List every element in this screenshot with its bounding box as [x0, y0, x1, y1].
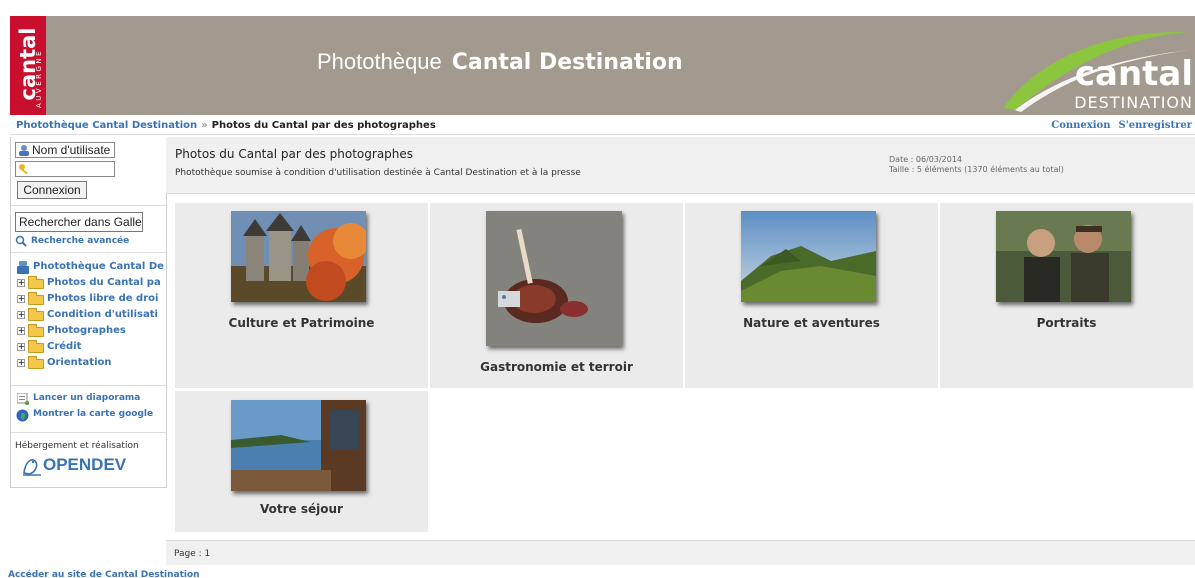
username-value: Nom d'utilisate: [32, 143, 111, 157]
album-label[interactable]: Votre séjour: [175, 502, 428, 516]
album-thumbnail[interactable]: [231, 211, 369, 302]
sidebar-tree-item[interactable]: + Photos libre de droi: [15, 291, 167, 307]
breadcrumb-root-link[interactable]: Photothèque Cantal Destination: [16, 120, 197, 131]
album-label[interactable]: Gastronomie et terroir: [430, 360, 683, 374]
sidebar-tree-item[interactable]: + Crédit: [15, 339, 167, 355]
divider: [11, 252, 166, 253]
svg-text:AUVERGNE: AUVERGNE: [35, 49, 43, 108]
opendev-bird-icon: [23, 458, 41, 476]
title-strong: Cantal Destination: [451, 50, 683, 75]
album-info-bar: Photos du Cantal par des photographes Ph…: [166, 137, 1195, 194]
album-votre-sejour[interactable]: Votre séjour: [175, 391, 428, 532]
album-nature-aventures[interactable]: Nature et aventures: [685, 203, 938, 388]
login-button[interactable]: Connexion: [17, 181, 87, 199]
album-label[interactable]: Nature et aventures: [685, 316, 938, 330]
password-field[interactable]: [15, 161, 115, 177]
album-thumbnail[interactable]: [231, 400, 366, 491]
brand-tile-sub-text: AUVERGNE: [35, 49, 43, 108]
expand-icon[interactable]: +: [17, 359, 25, 367]
username-field[interactable]: Nom d'utilisate: [15, 142, 115, 158]
sidebar-tree-item-label: Photographes: [47, 325, 126, 336]
slideshow-link[interactable]: Lancer un diaporama: [15, 393, 141, 405]
album-size: Taille : 5 éléments (1370 éléments au to…: [889, 165, 1064, 174]
folder-icon: [28, 276, 44, 289]
folder-icon: [28, 340, 44, 353]
google-map-label: Montrer la carte google: [33, 409, 154, 419]
album-label[interactable]: Portraits: [940, 316, 1193, 330]
expand-icon[interactable]: +: [17, 279, 25, 287]
logo-word: cantal: [1074, 54, 1193, 94]
gallery-root-icon: [17, 261, 29, 274]
sidebar: Nom d'utilisate Connexion Rechercher dan…: [10, 137, 167, 488]
sidebar-tree-item-label: Condition d'utilisati: [47, 309, 158, 320]
page-title: Photothèque Cantal Destination: [317, 49, 683, 75]
folder-icon: [28, 356, 44, 369]
sidebar-tree-item-label: Crédit: [47, 341, 82, 352]
globe-icon: [16, 409, 29, 422]
sidebar-tree-item-label: Photos libre de droi: [47, 293, 159, 304]
album-thumbnail[interactable]: [486, 211, 622, 346]
sidebar-tree-item[interactable]: + Photographes: [15, 323, 167, 339]
search-input[interactable]: Rechercher dans Galle: [15, 212, 143, 232]
sidebar-tree-item[interactable]: + Photos du Cantal pa: [15, 275, 167, 291]
breadcrumb-current: Photos du Cantal par des photographes: [211, 120, 436, 131]
expand-icon[interactable]: +: [17, 295, 25, 303]
advanced-search-link[interactable]: Recherche avancée: [15, 235, 130, 247]
login-link[interactable]: Connexion: [1051, 120, 1110, 131]
album-description: Photothèque soumise à condition d'utilis…: [175, 168, 581, 178]
album-thumbnail[interactable]: [996, 211, 1131, 302]
hosting-label: Hébergement et réalisation: [15, 441, 139, 451]
user-icon: [19, 145, 29, 156]
album-meta: Date : 06/03/2014 Taille : 5 éléments (1…: [889, 155, 1064, 175]
advanced-search-label: Recherche avancée: [31, 236, 130, 246]
header-banner: cantal AUVERGNE Photothèque Cantal Destin…: [10, 16, 1195, 115]
sidebar-tree-item-label: Orientation: [47, 357, 112, 368]
folder-icon: [28, 292, 44, 305]
folder-icon: [28, 308, 44, 321]
expand-icon[interactable]: +: [17, 343, 25, 351]
register-link[interactable]: S'enregistrer: [1119, 120, 1193, 131]
divider: [11, 205, 166, 206]
album-culture-patrimoine[interactable]: Culture et Patrimoine: [175, 203, 428, 388]
lake-terrace-image: [231, 400, 366, 491]
pagination-bar: Page : 1: [166, 540, 1195, 565]
folder-icon: [28, 324, 44, 337]
tree-root-item[interactable]: Photothèque Cantal De: [15, 261, 167, 275]
expand-icon[interactable]: +: [17, 327, 25, 335]
divider: [11, 385, 166, 386]
album-gastronomie-terroir[interactable]: Gastronomie et terroir: [430, 203, 683, 388]
sidebar-tree-item[interactable]: + Condition d'utilisati: [15, 307, 167, 323]
title-prefix: Photothèque: [317, 49, 442, 74]
logo-sub: DESTINATION: [1074, 93, 1193, 112]
portrait-image: [996, 211, 1131, 302]
gallery-tree: Photothèque Cantal De + Photos du Cantal …: [15, 261, 167, 371]
album-date: Date : 06/03/2014: [889, 155, 963, 164]
cantal-destination-logo[interactable]: cantal DESTINATION: [985, 20, 1195, 115]
sidebar-tree-item-label: Photos du Cantal pa: [47, 277, 161, 288]
opendev-logo[interactable]: OPENDEV: [21, 455, 127, 476]
sidebar-tree-item[interactable]: + Orientation: [15, 355, 167, 371]
site-link[interactable]: Accéder au site de Cantal Destination: [8, 570, 200, 578]
album-thumbnail[interactable]: [741, 211, 876, 302]
breadcrumb-separator: »: [201, 120, 208, 131]
slideshow-label: Lancer un diaporama: [33, 393, 141, 403]
meat-dish-image: [486, 211, 622, 346]
album-label[interactable]: Culture et Patrimoine: [175, 316, 428, 330]
page-indicator: Page : 1: [174, 549, 211, 559]
search-icon: [15, 235, 27, 247]
album-portraits[interactable]: Portraits: [940, 203, 1193, 388]
tree-root-label: Photothèque Cantal De: [33, 261, 164, 272]
landscape-image: [741, 211, 876, 302]
castle-image: [231, 211, 369, 302]
google-map-link[interactable]: Montrer la carte google: [15, 409, 154, 422]
album-title: Photos du Cantal par des photographes: [175, 147, 414, 161]
key-icon: [19, 164, 28, 175]
expand-icon[interactable]: +: [17, 311, 25, 319]
slideshow-icon: [17, 393, 29, 405]
opendev-logo-text: OPENDEV: [43, 455, 127, 474]
breadcrumb: Photothèque Cantal Destination » Photos du…: [10, 118, 1195, 135]
divider: [11, 432, 166, 433]
